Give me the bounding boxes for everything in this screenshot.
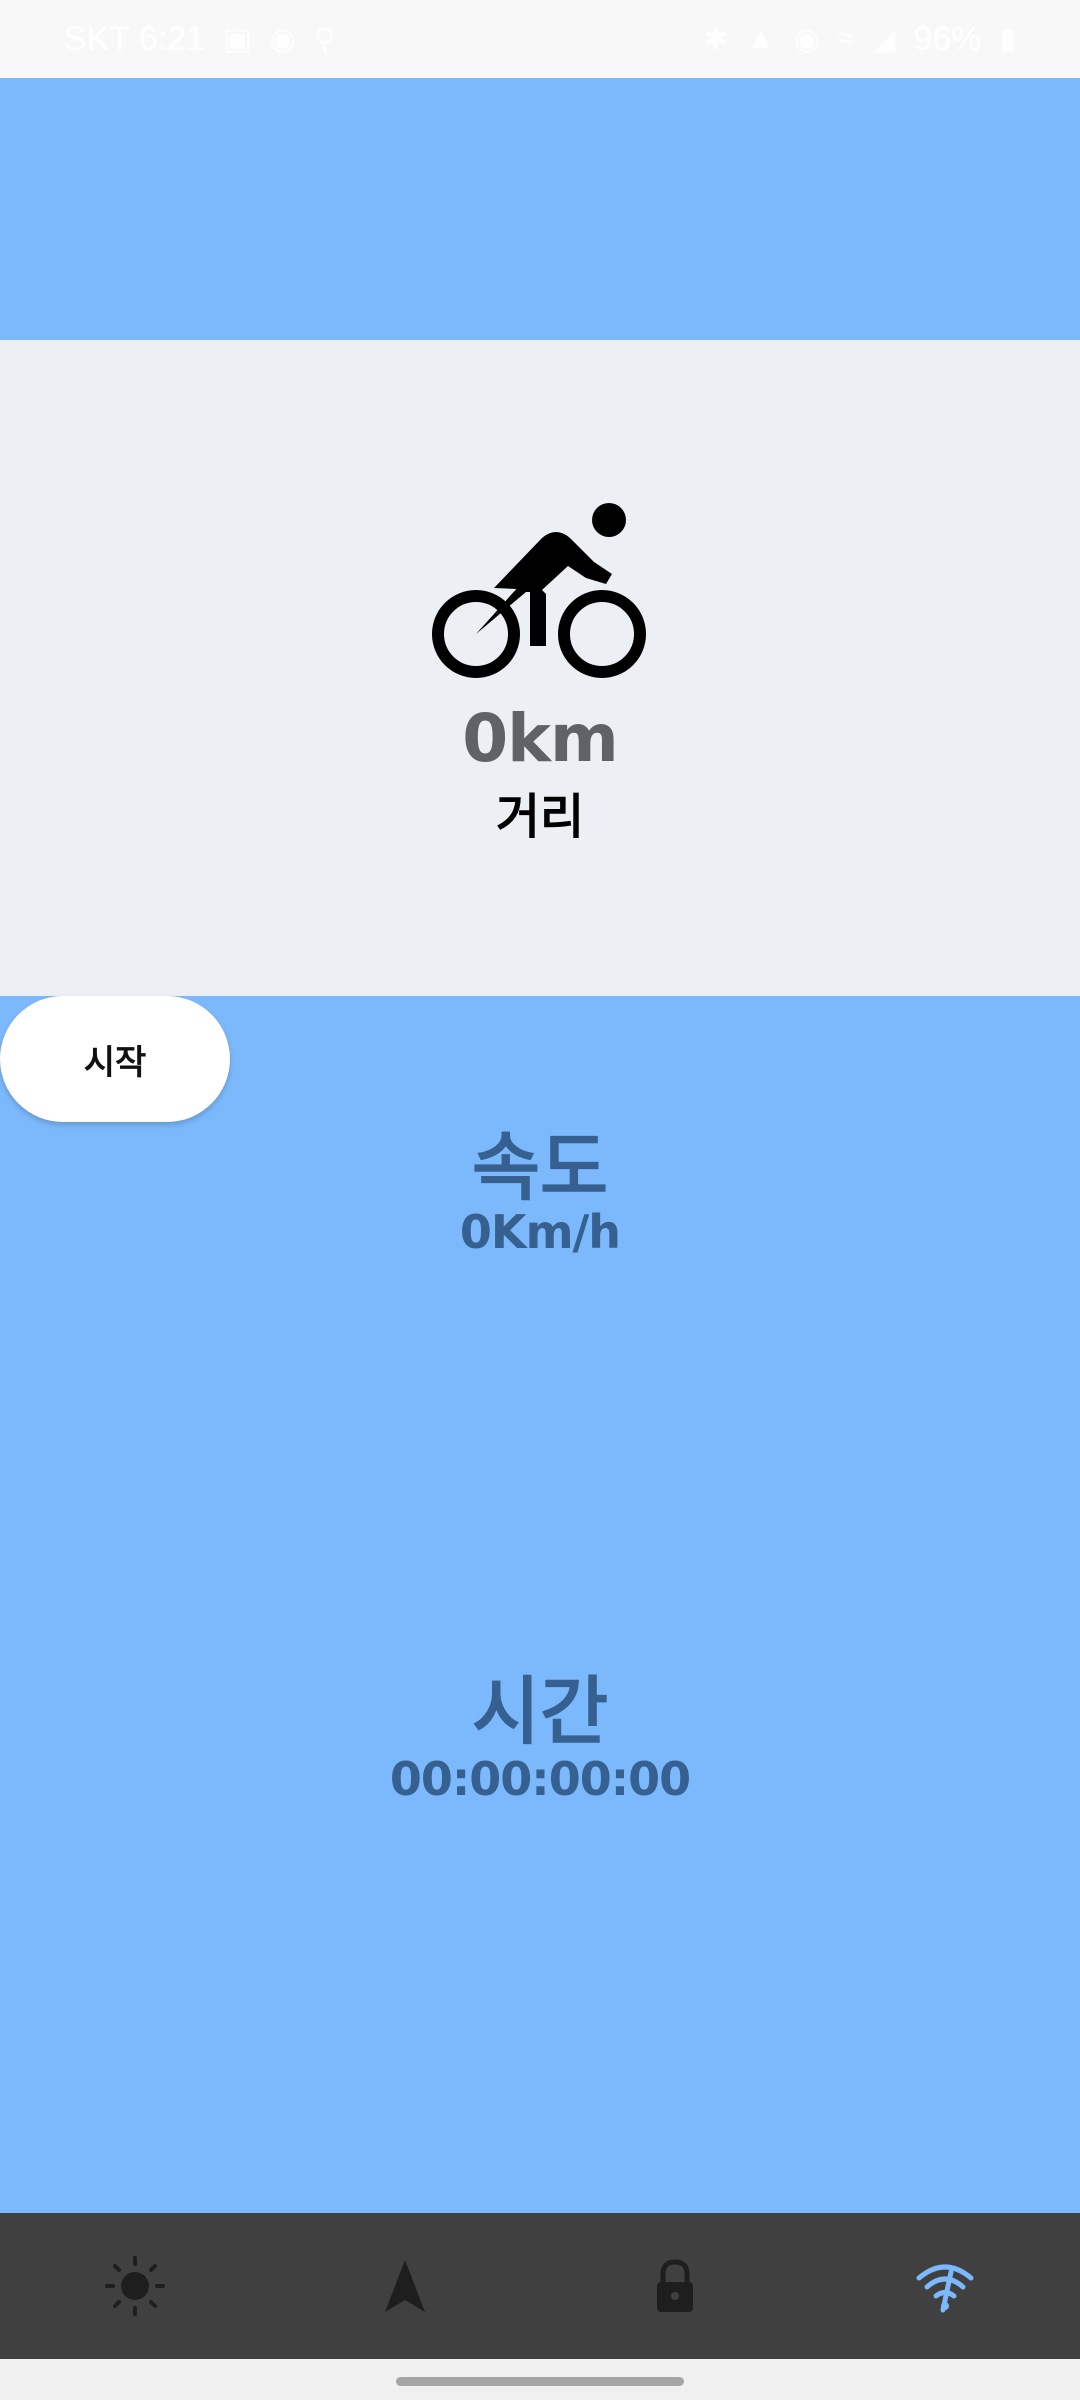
nav-item-wifi[interactable] <box>810 2213 1080 2359</box>
signal-icon: ◢ <box>872 22 896 56</box>
wifi-icon: ≈ <box>837 22 855 55</box>
location-pin-icon: ⚲ <box>313 22 336 56</box>
distance-label: 거리 <box>495 789 585 845</box>
bottom-nav <box>0 2213 1080 2359</box>
time-title: 시간 <box>471 1669 609 1755</box>
bluetooth-icon: ✱ <box>702 22 728 56</box>
start-button[interactable]: 시작 <box>0 996 230 1122</box>
carrier-time: SKT 6:21 <box>64 19 206 58</box>
distance-value: 0km <box>462 700 619 777</box>
wifi-off-icon <box>916 2264 974 2313</box>
speed-title: 속도 <box>471 1125 609 1211</box>
gesture-area <box>0 2359 1080 2400</box>
status-bar: SKT 6:21 ▣ ◉ ⚲ ✱ ▲ ◉ ≈ ◢ 96% ▮ <box>0 0 1080 78</box>
lock-icon <box>657 2259 693 2312</box>
location-icon: ◉ <box>793 22 820 56</box>
battery-percent: 96% <box>913 19 982 58</box>
lte-icon: ▲ <box>745 22 776 55</box>
time-value: 00:00:00:00 <box>389 1752 691 1806</box>
speed-value: 0Km/h <box>459 1205 621 1259</box>
gallery-icon: ▣ <box>223 22 252 56</box>
top-band <box>0 78 1080 340</box>
nav-item-navigation[interactable] <box>270 2213 540 2359</box>
status-right: ✱ ▲ ◉ ≈ ◢ 96% ▮ <box>703 20 1016 59</box>
navigation-arrow-icon <box>385 2260 425 2312</box>
status-left: SKT 6:21 ▣ ◉ ⚲ <box>64 20 336 59</box>
bike-icon <box>432 503 646 678</box>
brightness-icon <box>105 2256 165 2316</box>
chat-icon: ◉ <box>269 22 296 56</box>
nav-item-brightness[interactable] <box>0 2213 270 2359</box>
home-indicator[interactable] <box>396 2377 684 2386</box>
battery-icon: ▮ <box>999 22 1016 56</box>
nav-item-lock[interactable] <box>540 2213 810 2359</box>
